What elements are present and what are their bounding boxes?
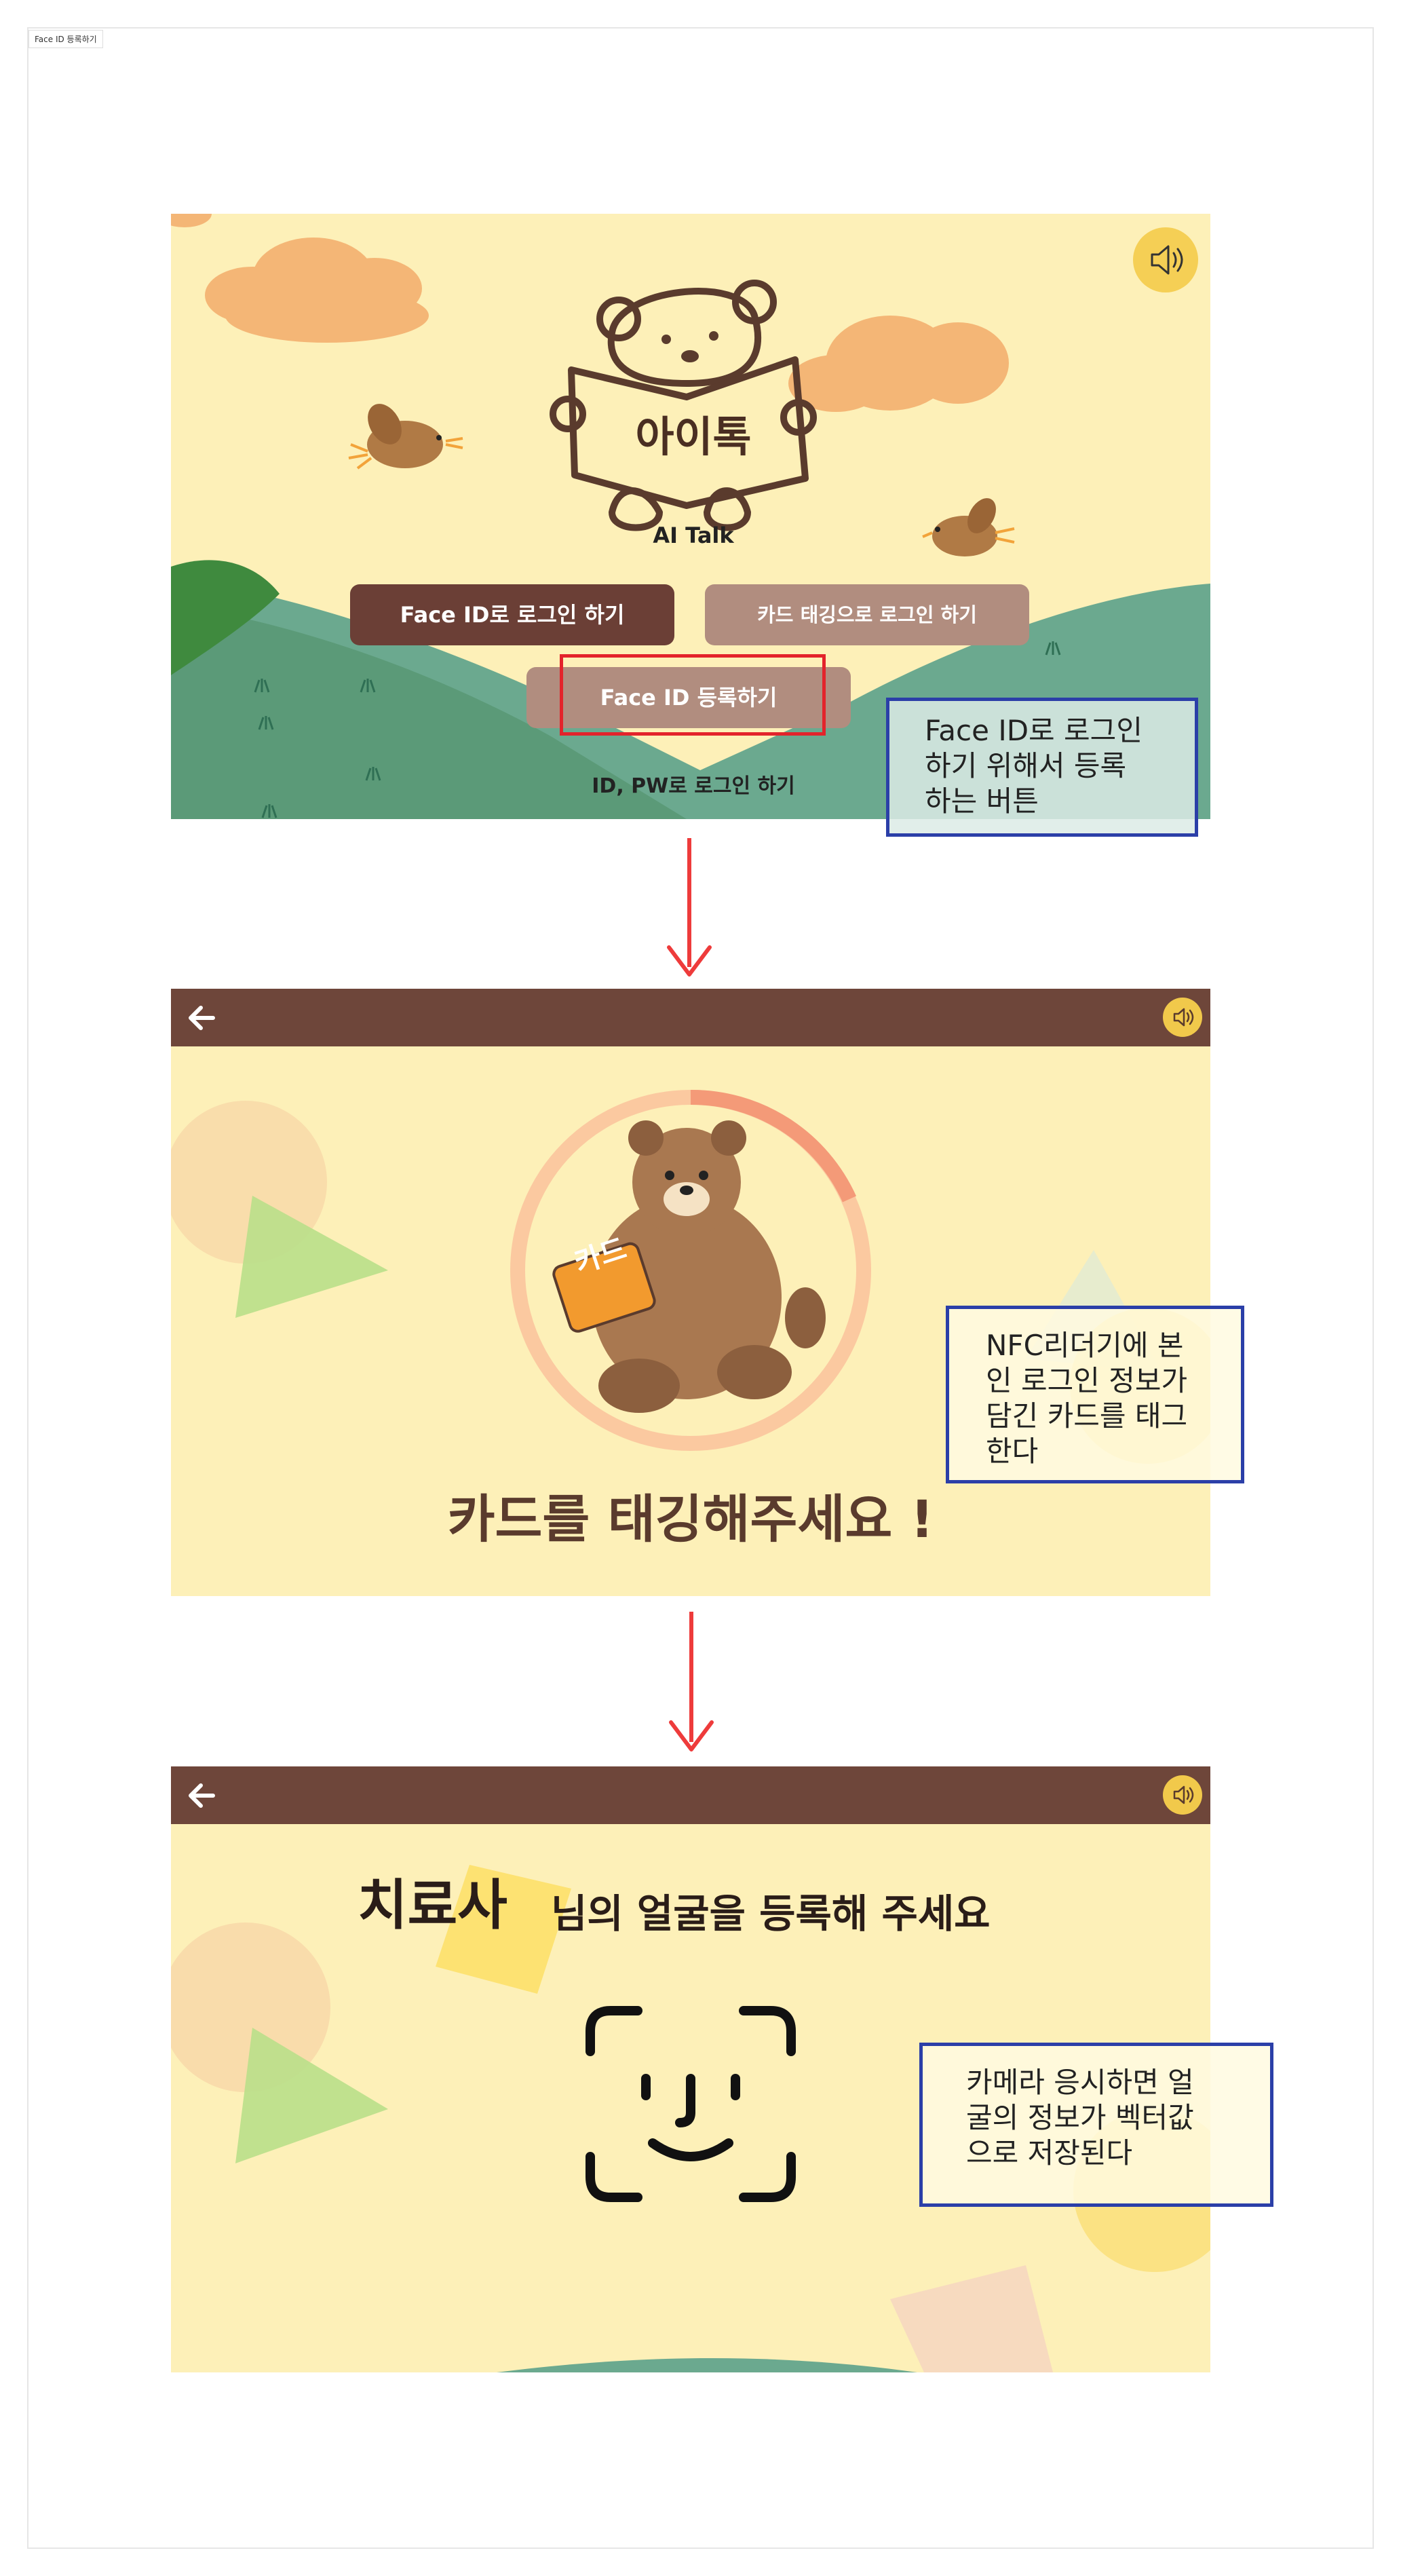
back-arrow-icon[interactable] <box>179 1772 227 1819</box>
app-logo-title: 아이톡 <box>635 412 752 461</box>
top-bar <box>171 989 1210 1046</box>
speaker-icon <box>1173 1785 1194 1804</box>
id-pw-login-link[interactable]: ID, PW로 로그인 하기 <box>578 769 809 799</box>
app-logo-subtitle: AI Talk <box>653 523 734 548</box>
annotation-register-note: Face ID로 로그인 하기 위해서 등록 하는 버튼 <box>886 698 1198 837</box>
sound-button[interactable] <box>1163 998 1202 1037</box>
face-id-login-button[interactable]: Face ID로 로그인 하기 <box>350 584 674 645</box>
back-arrow-icon[interactable] <box>179 994 227 1042</box>
flow-arrow-1-head <box>667 945 712 977</box>
annotation-nfc-note: NFC리더기에 본 인 로그인 정보가 담긴 카드를 태그 한다 <box>946 1306 1244 1483</box>
card-tag-login-button[interactable]: 카드 태깅으로 로그인 하기 <box>705 584 1029 645</box>
annotation-camera-note: 카메라 응시하면 얼 굴의 정보가 벡터값 으로 저장된다 <box>919 2043 1273 2207</box>
top-bar <box>171 1766 1210 1824</box>
speaker-icon <box>1151 245 1183 275</box>
sound-button[interactable] <box>1163 1775 1202 1815</box>
frame-label: Face ID 등록하기 <box>28 30 103 48</box>
card-tag-screen: 카드 카드를 태깅해주세요 ! <box>171 989 1210 1596</box>
face-register-instruction: 님의 얼굴을 등록해 주세요 <box>551 1891 991 1937</box>
card-tag-headline: 카드를 태깅해주세요 ! <box>447 1489 934 1549</box>
flow-arrow-2-head <box>669 1720 714 1751</box>
speaker-icon <box>1173 1008 1194 1027</box>
therapist-role-label: 치료사 <box>358 1874 507 1937</box>
register-button-highlight <box>560 654 826 736</box>
sound-button[interactable] <box>1133 227 1198 292</box>
